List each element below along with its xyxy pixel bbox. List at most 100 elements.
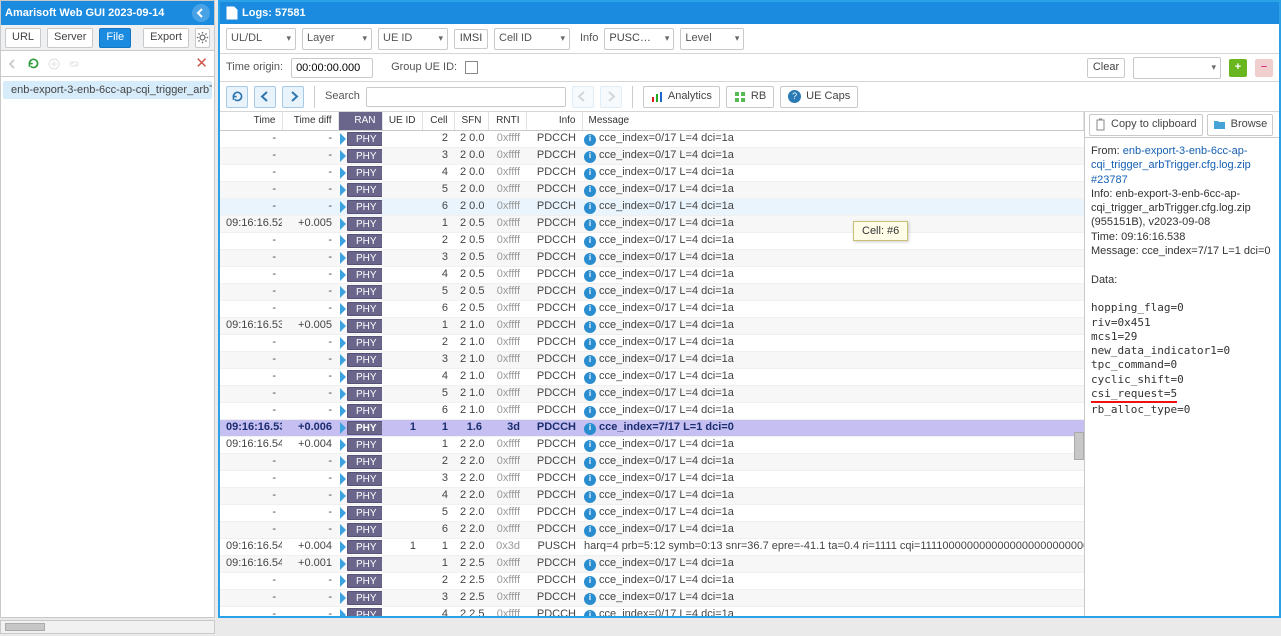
table-row[interactable]: --PHY62 0.50xffffPDCCHicce_index=0/17 L=… [220, 300, 1084, 317]
server-button[interactable]: Server [47, 28, 93, 48]
table-row[interactable]: --PHY32 1.00xffffPDCCHicce_index=0/17 L=… [220, 351, 1084, 368]
table-row[interactable]: --PHY52 2.00xffffPDCCHicce_index=0/17 L=… [220, 504, 1084, 521]
layer-combo[interactable]: Layer ▾ [302, 28, 372, 50]
table-row[interactable]: --PHY42 2.00xffffPDCCHicce_index=0/17 L=… [220, 487, 1084, 504]
link-icon[interactable] [68, 58, 80, 70]
arrow-left-icon [260, 91, 271, 102]
uecaps-button[interactable]: ? UE Caps [780, 86, 858, 108]
timeorigin-input[interactable] [291, 58, 373, 78]
ueid-combo[interactable]: UE ID ▾ [378, 28, 448, 50]
sidebar-collapse-button[interactable] [192, 4, 210, 22]
col-sfn[interactable]: SFN [454, 112, 488, 130]
chevron-down-icon: ▾ [665, 33, 670, 45]
logs-panel: Logs: 57581 UL/DL ▾ Layer ▾ UE ID ▾ IMSI… [218, 0, 1281, 618]
close-icon[interactable]: ✕ [195, 54, 208, 74]
logs-title: Logs: 57581 [242, 6, 306, 20]
cellid-combo[interactable]: Cell ID ▾ [494, 28, 570, 50]
sidebar-horizontal-scrollbar[interactable] [0, 620, 215, 634]
table-row[interactable]: 09:16:16.532+0.005PHY12 1.00xffffPDCCHic… [220, 317, 1084, 334]
table-row[interactable]: --PHY52 0.50xffffPDCCHicce_index=0/17 L=… [220, 283, 1084, 300]
search-next-button[interactable] [600, 86, 622, 108]
settings-button[interactable] [195, 28, 210, 48]
info-icon: i [584, 525, 596, 537]
col-ueid[interactable]: UE ID [382, 112, 422, 130]
col-ran[interactable]: RAN [338, 112, 382, 130]
ran-chip: PHY [340, 250, 380, 266]
add-filter-button[interactable]: + [1229, 59, 1247, 77]
col-rnti[interactable]: RNTI [488, 112, 526, 130]
scrollbar-thumb[interactable] [5, 623, 45, 631]
table-row[interactable]: --PHY62 0.00xffffPDCCHicce_index=0/17 L=… [220, 198, 1084, 215]
search-input[interactable] [366, 87, 566, 107]
level-combo[interactable]: Level ▾ [680, 28, 744, 50]
table-row[interactable]: 09:16:16.547+0.001PHY12 2.50xffffPDCCHic… [220, 555, 1084, 572]
browse-button[interactable]: Browse [1207, 114, 1274, 136]
rb-button[interactable]: RB [726, 86, 774, 108]
ran-chip: PHY [340, 182, 380, 198]
ran-chip: PHY [340, 505, 380, 521]
col-time[interactable]: Time [220, 112, 282, 130]
phy-badge: PHY [347, 421, 382, 435]
table-row[interactable]: --PHY52 0.00xffffPDCCHicce_index=0/17 L=… [220, 181, 1084, 198]
table-row[interactable]: 09:16:16.538+0.006PHY111.63dPDCCHicce_in… [220, 419, 1084, 436]
table-row[interactable]: --PHY22 1.00xffffPDCCHicce_index=0/17 L=… [220, 334, 1084, 351]
vertical-scrollbar-thumb[interactable] [1074, 432, 1084, 460]
search-prev-button[interactable] [572, 86, 594, 108]
col-timediff[interactable]: Time diff [282, 112, 338, 130]
col-cell[interactable]: Cell [422, 112, 454, 130]
nav-prev-button[interactable] [254, 86, 276, 108]
phy-badge: PHY [347, 217, 382, 231]
nav-first-button[interactable] [226, 86, 248, 108]
table-row[interactable]: 09:16:16.527+0.005PHY12 0.50xffffPDCCHic… [220, 215, 1084, 232]
table-row[interactable]: --PHY22 2.00xffffPDCCHicce_index=0/17 L=… [220, 453, 1084, 470]
groupue-checkbox[interactable] [465, 61, 478, 74]
table-row[interactable]: --PHY32 2.00xffffPDCCHicce_index=0/17 L=… [220, 470, 1084, 487]
filter-save-combo[interactable]: ▾ [1133, 57, 1221, 79]
imsi-button[interactable]: IMSI [454, 29, 488, 49]
arrow-right-icon [340, 218, 346, 230]
detail-message: Message: cce_index=7/17 L=1 dci=0 [1091, 244, 1273, 258]
ran-chip: PHY [340, 403, 380, 419]
url-button[interactable]: URL [5, 28, 41, 48]
phy-badge: PHY [347, 149, 382, 163]
file-button[interactable]: File [99, 28, 131, 48]
col-message[interactable]: Message [582, 112, 1084, 130]
arrow-right-icon [340, 184, 346, 196]
tree-file-item[interactable]: enb-export-3-enb-6cc-ap-cqi_trigger_arbT… [3, 81, 212, 99]
table-row[interactable]: --PHY62 2.00xffffPDCCHicce_index=0/17 L=… [220, 521, 1084, 538]
col-info[interactable]: Info [526, 112, 582, 130]
clear-button[interactable]: Clear [1087, 58, 1125, 78]
arrow-right-icon [340, 490, 346, 502]
info-label: Info [580, 31, 598, 45]
info-combo[interactable]: PUSCH, PDCCH ▾ [604, 28, 674, 50]
table-row[interactable]: --PHY22 0.00xffffPDCCHicce_index=0/17 L=… [220, 130, 1084, 147]
table-row[interactable]: --PHY42 0.50xffffPDCCHicce_index=0/17 L=… [220, 266, 1084, 283]
table-row[interactable]: --PHY32 2.50xffffPDCCHicce_index=0/17 L=… [220, 589, 1084, 606]
table-row[interactable]: --PHY42 0.00xffffPDCCHicce_index=0/17 L=… [220, 164, 1084, 181]
app-title: Amarisoft Web GUI 2023-09-14 [5, 6, 164, 20]
analytics-button[interactable]: Analytics [643, 86, 720, 108]
ran-chip: PHY [340, 233, 380, 249]
table-row[interactable]: --PHY62 1.00xffffPDCCHicce_index=0/17 L=… [220, 402, 1084, 419]
copy-clipboard-button[interactable]: Copy to clipboard [1089, 114, 1203, 136]
table-row[interactable]: --PHY32 0.00xffffPDCCHicce_index=0/17 L=… [220, 147, 1084, 164]
nav-next-button[interactable] [282, 86, 304, 108]
uldl-combo[interactable]: UL/DL ▾ [226, 28, 296, 50]
new-icon[interactable] [48, 58, 60, 70]
filter-bar: UL/DL ▾ Layer ▾ UE ID ▾ IMSI Cell ID ▾ I… [220, 24, 1279, 54]
table-row[interactable]: --PHY22 2.50xffffPDCCHicce_index=0/17 L=… [220, 572, 1084, 589]
remove-filter-button[interactable]: − [1255, 59, 1273, 77]
table-row[interactable]: 09:16:16.542+0.004PHY12 2.00xffffPDCCHic… [220, 436, 1084, 453]
table-row[interactable]: 09:16:16.546+0.004PHY112 2.00x3dPUSCHhar… [220, 538, 1084, 555]
table-row[interactable]: --PHY32 0.50xffffPDCCHicce_index=0/17 L=… [220, 249, 1084, 266]
refresh-icon[interactable] [27, 57, 40, 70]
back-icon[interactable] [7, 58, 19, 70]
table-row[interactable]: --PHY42 1.00xffffPDCCHicce_index=0/17 L=… [220, 368, 1084, 385]
detail-last-line: rb_alloc_type=0 [1091, 403, 1273, 417]
table-row[interactable]: --PHY42 2.50xffffPDCCHicce_index=0/17 L=… [220, 606, 1084, 616]
table-row[interactable]: --PHY22 0.50xffffPDCCHicce_index=0/17 L=… [220, 232, 1084, 249]
arrow-right-icon [340, 354, 346, 366]
table-row[interactable]: --PHY52 1.00xffffPDCCHicce_index=0/17 L=… [220, 385, 1084, 402]
info-icon: i [584, 304, 596, 316]
export-button[interactable]: Export [143, 28, 189, 48]
